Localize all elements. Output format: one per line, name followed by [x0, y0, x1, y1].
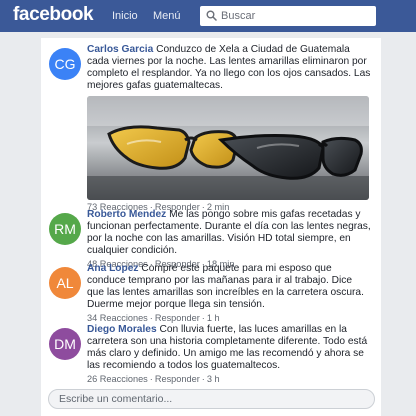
comments-panel: CG Carlos Garcia Conduzco de Xela a Ciud… — [41, 38, 381, 416]
nav-inicio[interactable]: Inicio — [112, 10, 138, 22]
author-name[interactable]: Roberto Mendez — [87, 209, 166, 220]
comment-body: Carlos Garcia Conduzco de Xela a Ciudad … — [87, 44, 371, 92]
nav-menu[interactable]: Menú — [153, 10, 181, 22]
comment-meta: 34 Reacciones · Responder · 1 h — [87, 313, 220, 323]
author-name[interactable]: Carlos Garcia — [87, 44, 153, 55]
comment-meta: 26 Reacciones · Responder · 3 h — [87, 374, 220, 384]
search-input[interactable] — [221, 6, 371, 26]
comment-composer[interactable] — [48, 389, 375, 409]
reactions-count[interactable]: 34 Reacciones — [87, 313, 148, 323]
avatar[interactable]: RM — [49, 213, 81, 245]
author-name[interactable]: Diego Morales — [87, 324, 157, 335]
avatar[interactable]: AL — [49, 267, 81, 299]
comment-body: Roberto Mendez Me las pongo sobre mis ga… — [87, 209, 371, 257]
avatar[interactable]: CG — [49, 48, 81, 80]
comment-body: Diego Morales Con lluvia fuerte, las luc… — [87, 324, 371, 372]
reactions-count[interactable]: 26 Reacciones — [87, 374, 148, 384]
comment-body: Ana Lopez Compré este paquete para mi es… — [87, 263, 371, 311]
reply-link[interactable]: Responder — [155, 374, 200, 384]
author-name[interactable]: Ana Lopez — [87, 263, 139, 274]
avatar[interactable]: DM — [49, 328, 81, 360]
reply-link[interactable]: Responder — [155, 313, 200, 323]
comment-input[interactable] — [59, 390, 359, 408]
timestamp[interactable]: 3 h — [207, 374, 220, 384]
search-box[interactable] — [200, 6, 376, 26]
search-icon — [206, 10, 217, 21]
timestamp[interactable]: 1 h — [207, 313, 220, 323]
sunglasses-photo — [87, 96, 369, 200]
facebook-logo[interactable]: facebook — [13, 4, 94, 26]
top-bar: facebook Inicio Menú — [0, 0, 416, 32]
